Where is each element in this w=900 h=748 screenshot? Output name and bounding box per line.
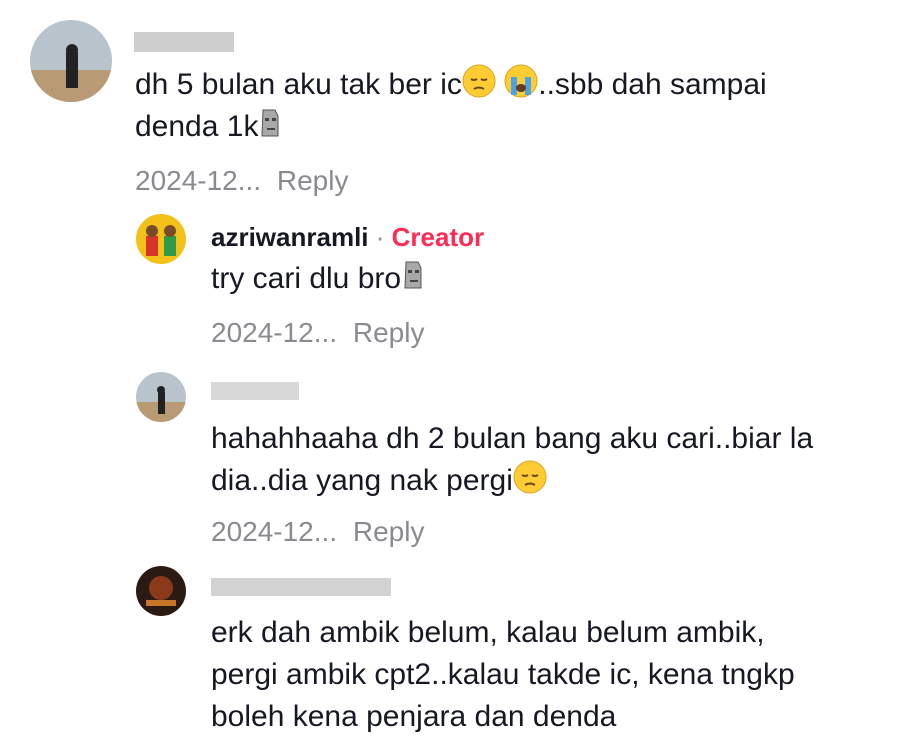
comment-text-line3: boleh kena penjara dan denda bbox=[211, 700, 617, 733]
avatar[interactable] bbox=[136, 372, 186, 422]
comment-date: 2024-12... bbox=[135, 165, 262, 196]
comment-date: 2024-12... bbox=[211, 516, 338, 547]
comment-text-line2: denda 1k bbox=[135, 106, 282, 152]
loudly-crying-face-emoji-icon bbox=[504, 64, 538, 110]
comment-username[interactable]: azriwanramli · Creator bbox=[211, 222, 484, 253]
comment-date: 2024-12... bbox=[211, 317, 338, 348]
avatar[interactable] bbox=[136, 214, 186, 264]
comment-text-line2: pergi ambik cpt2..kalau takde ic, kena t… bbox=[211, 658, 795, 691]
moai-emoji-icon bbox=[258, 106, 282, 152]
comment-text: dh 5 bulan aku tak ber ic ..sbb dah samp… bbox=[135, 64, 767, 110]
reply-button[interactable]: Reply bbox=[277, 165, 349, 196]
comment-text: hahahhaaha dh 2 bulan bang aku cari..bia… bbox=[211, 422, 814, 455]
comment-meta: 2024-12... Reply bbox=[211, 516, 424, 548]
avatar[interactable] bbox=[136, 566, 186, 616]
comment-meta: 2024-12... Reply bbox=[211, 317, 424, 349]
avatar[interactable] bbox=[30, 20, 112, 102]
reply-button[interactable]: Reply bbox=[353, 516, 425, 547]
username-redacted bbox=[211, 578, 391, 596]
username-redacted bbox=[134, 32, 234, 52]
creator-badge: Creator bbox=[391, 222, 485, 252]
moai-emoji-icon bbox=[401, 258, 425, 304]
pensive-face-emoji-icon bbox=[462, 64, 496, 110]
comment-text: erk dah ambik belum, kalau belum ambik, bbox=[211, 616, 765, 649]
comment-text-line2: dia..dia yang nak pergi bbox=[211, 460, 547, 506]
comment-text: try cari dlu bro bbox=[211, 258, 425, 304]
username-redacted bbox=[211, 382, 299, 400]
comment-meta: 2024-12... Reply bbox=[135, 165, 348, 197]
pensive-face-emoji-icon bbox=[513, 460, 547, 506]
reply-button[interactable]: Reply bbox=[353, 317, 425, 348]
